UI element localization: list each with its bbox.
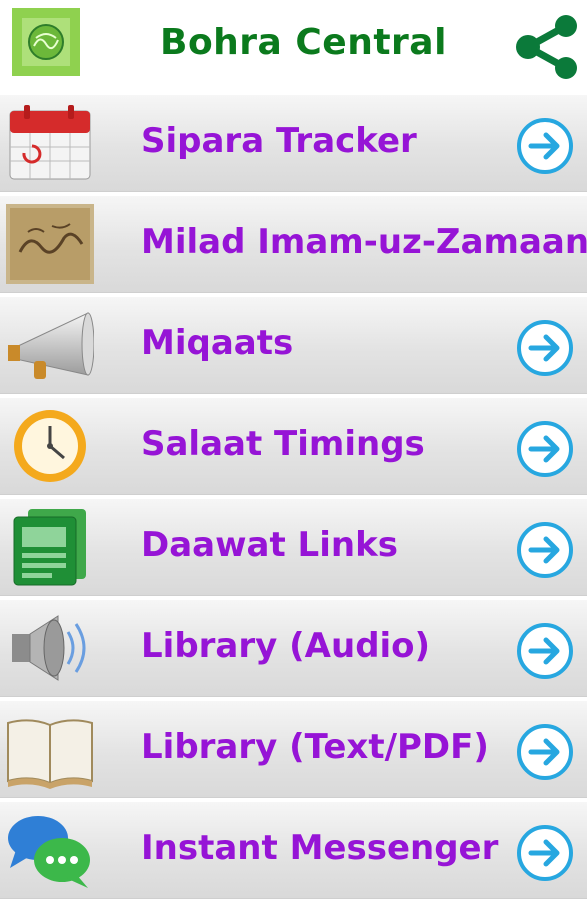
book-icon — [6, 709, 94, 789]
clock-icon — [6, 406, 94, 486]
arrow-right-icon[interactable] — [516, 319, 574, 377]
calligraphy-logo-icon — [12, 8, 80, 76]
arrow-right-icon[interactable] — [516, 723, 574, 781]
menu-item-library-audio[interactable]: Library (Audio) — [0, 600, 587, 697]
menu-item-label: Sipara Tracker — [141, 121, 417, 161]
arrow-right-icon[interactable] — [516, 420, 574, 478]
menu-item-daawat-links[interactable]: Daawat Links — [0, 499, 587, 596]
calendar-icon — [6, 103, 94, 183]
arrow-right-icon[interactable] — [516, 824, 574, 882]
menu-item-label: Daawat Links — [141, 525, 398, 565]
menu-item-label: Instant Messenger — [141, 828, 499, 868]
menu-item-sipara-tracker[interactable]: Sipara Tracker — [0, 95, 587, 192]
share-icon[interactable] — [512, 14, 582, 80]
menu-item-salaat-timings[interactable]: Salaat Timings — [0, 398, 587, 495]
arrow-right-icon[interactable] — [516, 622, 574, 680]
menu-list: Sipara Tracker Milad Imam-uz-Zamaan Miqa… — [0, 95, 587, 903]
app-header: Bohra Central — [0, 0, 587, 95]
menu-item-label: Library (Audio) — [141, 626, 431, 666]
menu-item-library-text-pdf[interactable]: Library (Text/PDF) — [0, 701, 587, 798]
menu-item-label: Milad Imam-uz-Zamaan — [141, 222, 587, 262]
documents-icon — [6, 507, 94, 587]
chat-bubbles-icon — [6, 810, 94, 890]
arrow-right-icon[interactable] — [516, 117, 574, 175]
menu-item-instant-messenger[interactable]: Instant Messenger — [0, 802, 587, 899]
speaker-icon — [6, 608, 94, 688]
megaphone-icon — [6, 305, 95, 385]
calligraphy-icon — [6, 204, 94, 284]
menu-item-label: Miqaats — [141, 323, 294, 363]
menu-item-label: Library (Text/PDF) — [141, 727, 489, 767]
app-title: Bohra Central — [160, 22, 447, 63]
menu-item-miqaats[interactable]: Miqaats — [0, 297, 587, 394]
menu-item-milad-imam-uz-zamaan[interactable]: Milad Imam-uz-Zamaan — [0, 196, 587, 293]
arrow-right-icon[interactable] — [516, 521, 574, 579]
menu-item-label: Salaat Timings — [141, 424, 425, 464]
